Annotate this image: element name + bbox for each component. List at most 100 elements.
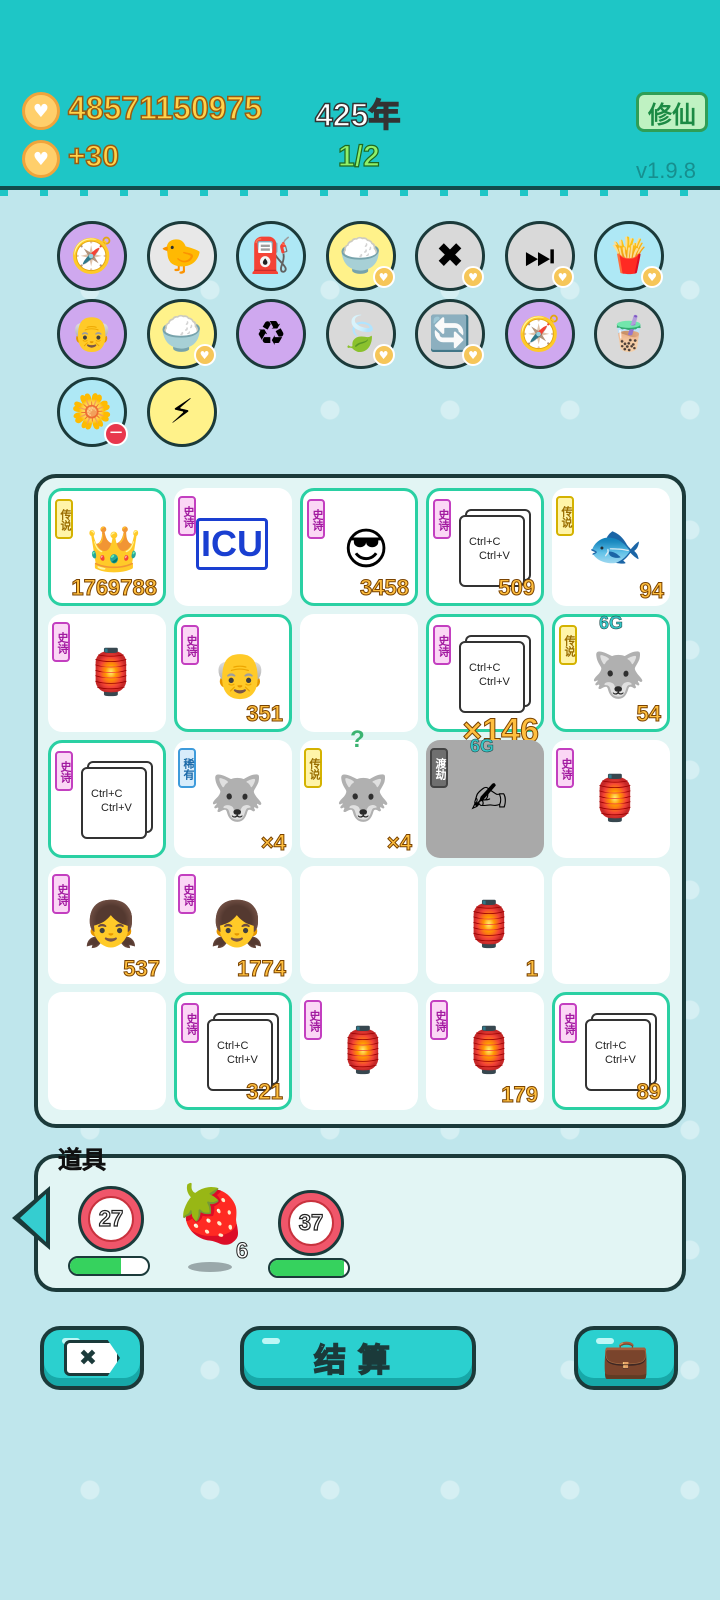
fries-icon[interactable]: 🍟 ♥ — [594, 221, 664, 291]
rarity-tag: 传说 — [55, 499, 73, 539]
board-cell[interactable]: 史诗 🏮 179 — [426, 992, 544, 1110]
lightning-icon[interactable]: ⚡ — [146, 377, 217, 447]
board-cell[interactable]: 🏮 1 — [426, 866, 544, 984]
rarity-tag: 史诗 — [52, 622, 70, 662]
copy-paste-card: Ctrl+C Ctrl+V — [459, 641, 525, 713]
remove-badge-icon[interactable]: − — [104, 422, 128, 446]
coin-total: 48571150975 — [67, 89, 263, 127]
rarity-tag: 传说 — [559, 625, 577, 665]
heart-badge-icon: ♥ — [372, 266, 395, 288]
refresh-icon[interactable]: 🔄 ♥ — [415, 299, 485, 369]
character-image: 🏮 — [461, 1025, 517, 1076]
flower-pot-icon[interactable]: 🌼 − — [57, 377, 128, 447]
board-cell[interactable]: 传说 🐟 94 — [552, 488, 670, 606]
board-cell-empty[interactable] — [300, 866, 418, 984]
timer-prop-1[interactable]: 27 — [78, 1186, 144, 1252]
rarity-tag: 史诗 — [181, 1003, 199, 1043]
board-cell[interactable]: 史诗 Ctrl+C Ctrl+V 321 — [174, 992, 292, 1110]
ctrl-c-text: Ctrl+C — [217, 1040, 249, 1052]
props-title: 道具 — [58, 1146, 107, 1175]
board-cell[interactable]: 史诗 Ctrl+C Ctrl+V 509 — [426, 488, 544, 606]
board-cell[interactable]: 史诗 Ctrl+C Ctrl+V — [48, 740, 166, 858]
rarity-tag: 传说 — [556, 496, 574, 536]
board-cell[interactable]: 史诗 Ctrl+C Ctrl+V 89 — [552, 992, 670, 1110]
leaf-icon[interactable]: 🍃 ♥ — [325, 299, 396, 369]
board-cell[interactable]: 史诗 🏮 — [48, 614, 166, 732]
timer-prop-1-value: 27 — [88, 1196, 134, 1242]
compass-icon[interactable]: 🧭 — [57, 221, 127, 291]
board-cell[interactable]: 稀有 🐺 ×4 — [174, 740, 292, 858]
top-bar: ♥ 48571150975 ♥ +30 425年 1/2 修仙 v1.9.8 — [0, 0, 720, 196]
discard-button[interactable]: ✖ — [40, 1326, 144, 1390]
board-cell[interactable]: 史诗 🏮 — [300, 992, 418, 1110]
item-count: 1769788 — [71, 575, 158, 601]
discard-icon: ✖ — [64, 1340, 120, 1376]
icu-sign: ICU — [196, 518, 268, 570]
rice-bowl-icon[interactable]: 🍚 ♥ — [146, 299, 217, 369]
rarity-tag: 史诗 — [178, 496, 196, 536]
level-tag: 6G — [599, 613, 624, 634]
rarity-tag: 史诗 — [55, 751, 73, 791]
board-cell[interactable]: 传说 🐺? ×4 — [300, 726, 418, 858]
rarity-tag: 史诗 — [52, 874, 70, 914]
board-cell[interactable]: 史诗 🏮 — [552, 740, 670, 858]
settle-label: 结算 — [313, 1340, 402, 1380]
compass-icon[interactable]: 🧭 — [504, 299, 575, 369]
coin-rate: +30 — [67, 139, 119, 174]
board-cell[interactable]: 史诗 Ctrl+C Ctrl+V ×146 — [426, 614, 544, 751]
board-cell[interactable]: 史诗 👧 537 — [48, 866, 166, 984]
timer-prop-2[interactable]: 37 — [278, 1190, 344, 1256]
ctrl-c-text: Ctrl+C — [469, 536, 501, 548]
heart-badge-icon: ♥ — [372, 344, 395, 366]
ctrl-v-text: Ctrl+V — [479, 550, 510, 562]
character-image: 🏮 — [83, 647, 139, 698]
board-cell[interactable]: 传说 👑 1769788 — [48, 488, 166, 606]
board-cell[interactable]: 渡劫 ✍ 6G — [426, 736, 544, 858]
coin-icon: ♥ — [22, 92, 60, 130]
heart-badge-icon: ♥ — [193, 344, 216, 366]
ctrl-v-text: Ctrl+V — [605, 1054, 636, 1066]
skip-icon[interactable]: ⏭ ♥ — [504, 221, 575, 291]
board-cell[interactable]: 史诗 👧 1774 — [174, 866, 292, 984]
settle-button[interactable]: 结算 — [240, 1326, 476, 1390]
rarity-tag: 史诗 — [556, 748, 574, 788]
character-image: ✍ — [470, 772, 508, 824]
character-image: 👧 — [209, 899, 265, 950]
character-image: 🏮 — [461, 899, 517, 950]
item-count: 1 — [525, 956, 538, 982]
cultivation-mode-button[interactable]: 修仙 — [636, 92, 708, 132]
bubble-tea-icon[interactable]: 🧋 — [594, 299, 664, 369]
level-tag: 6G — [470, 736, 495, 757]
character-image: 🐺 — [335, 773, 391, 824]
board-cell-empty[interactable] — [48, 992, 166, 1110]
board-cell[interactable]: 史诗 ICU — [174, 488, 292, 606]
pump-icon[interactable]: ⛽ — [236, 221, 306, 291]
pot-duck-icon[interactable]: 🐤 — [146, 221, 217, 291]
ctrl-v-text: Ctrl+V — [227, 1054, 258, 1066]
board-cell[interactable]: 史诗 😎 3458 — [300, 488, 418, 606]
ctrl-v-text: Ctrl+V — [101, 802, 132, 814]
board-cell[interactable]: 史诗 👴 351 — [174, 614, 292, 732]
character-image: 🐺 — [209, 773, 265, 824]
rice-bowl-icon[interactable]: 🍚 ♥ — [325, 221, 396, 291]
briefcase-button[interactable]: 💼 — [574, 1326, 678, 1390]
item-count: 1774 — [237, 956, 287, 982]
ctrl-v-text: Ctrl+V — [479, 676, 510, 688]
character-image: 🏮 — [587, 773, 643, 824]
rarity-tag: 稀有 — [178, 748, 196, 788]
rarity-tag: 渡劫 — [430, 748, 448, 788]
strawberry-shadow — [188, 1262, 232, 1272]
board-cell-empty[interactable] — [300, 614, 418, 732]
board-cell[interactable]: 传说 🐺 6G 54 — [552, 613, 670, 732]
rarity-tag: 史诗 — [304, 1000, 322, 1040]
math-grandpa-icon[interactable]: 👴 — [57, 299, 127, 369]
rarity-tag: 史诗 — [433, 625, 451, 665]
item-count: ×4 — [386, 830, 412, 856]
strawberry-icon[interactable]: 🍓 — [176, 1180, 246, 1250]
delete-icon[interactable]: ✖ ♥ — [415, 221, 485, 291]
button-shine — [596, 1338, 614, 1344]
recycle-icon[interactable]: ♻ — [236, 299, 306, 369]
button-shine — [262, 1338, 280, 1344]
item-count: 3458 — [360, 575, 410, 601]
board-cell-empty[interactable] — [552, 866, 670, 984]
